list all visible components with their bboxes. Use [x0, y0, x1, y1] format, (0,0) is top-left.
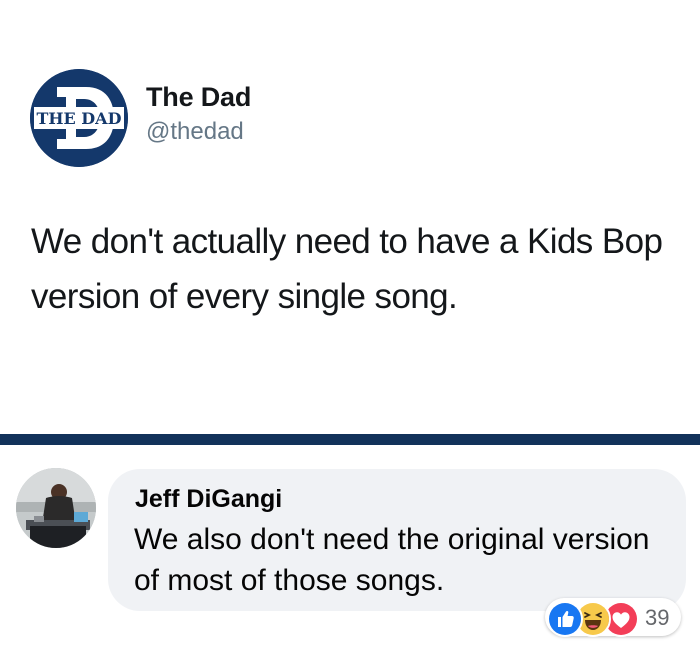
the-dad-logo-icon[interactable]: THE DAD — [30, 69, 128, 167]
reactions-summary[interactable]: 39 — [545, 598, 681, 637]
comment-text: We also don't need the original version … — [134, 523, 650, 597]
tweet-text: We don't actually need to have a Kids Bo… — [31, 222, 663, 316]
logo-text: THE DAD — [37, 109, 122, 128]
reaction-count: 39 — [645, 605, 670, 630]
section-divider — [0, 434, 700, 445]
tweet-card: THE DAD The Dad @thedad We don't actuall… — [0, 0, 700, 434]
comment-author-name[interactable]: Jeff DiGangi — [135, 485, 282, 514]
tweet-author-name[interactable]: The Dad — [146, 82, 251, 113]
person-at-dj-table-photo-icon — [16, 468, 96, 548]
tweet-author-handle[interactable]: @thedad — [146, 118, 244, 146]
like-icon — [547, 601, 583, 637]
comment-bubble: Jeff DiGangi We also don't need the orig… — [108, 469, 686, 611]
commenter-avatar[interactable] — [16, 468, 96, 548]
comment-section: Jeff DiGangi We also don't need the orig… — [0, 445, 700, 658]
